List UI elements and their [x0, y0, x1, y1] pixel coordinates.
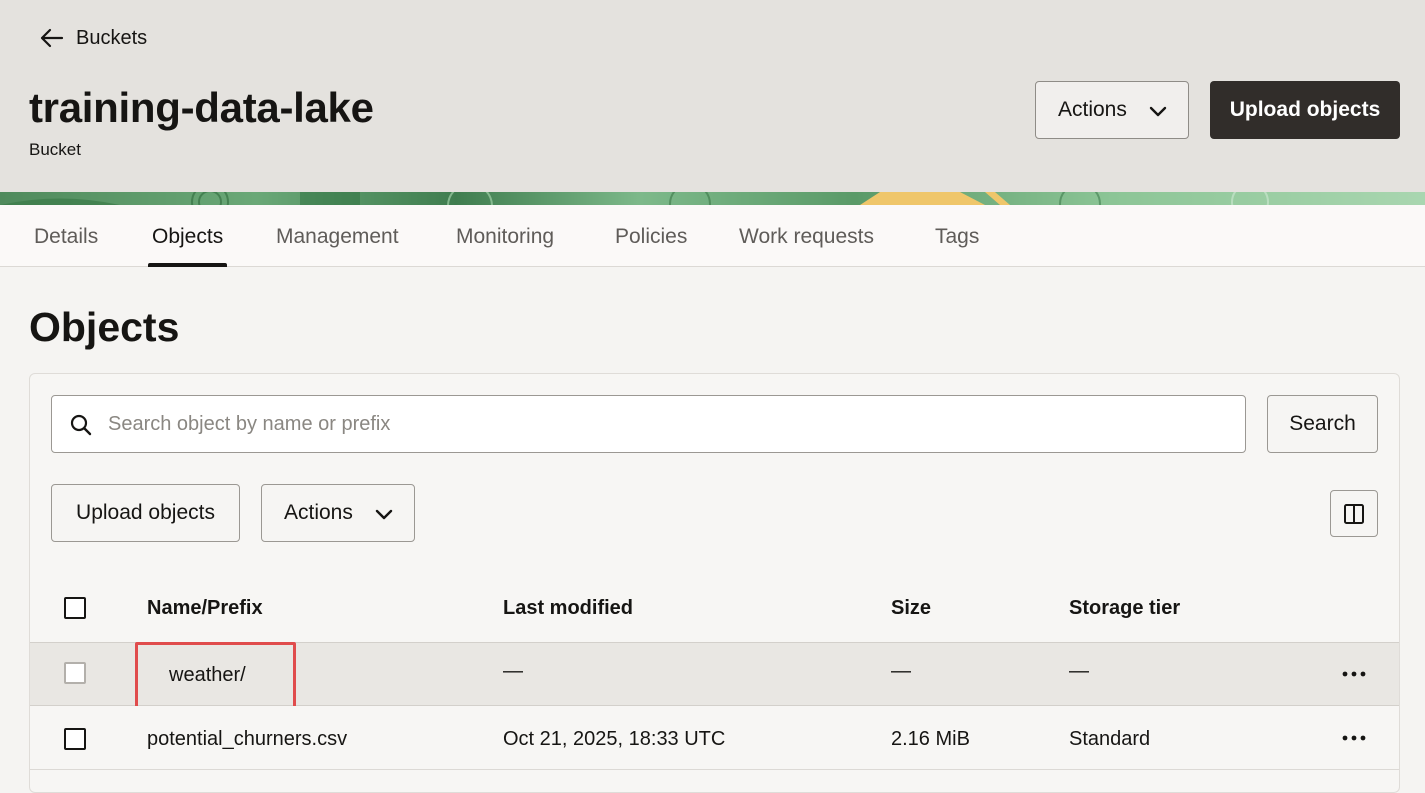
header-upload-objects-button[interactable]: Upload objects [1210, 81, 1400, 139]
row-actions-menu-button[interactable] [1339, 726, 1369, 750]
cell-last-modified: — [503, 660, 523, 682]
tab-objects[interactable]: Objects [147, 205, 228, 267]
cell-last-modified: Oct 21, 2025, 18:33 UTC [503, 728, 726, 750]
cell-size: 2.16 MiB [891, 728, 970, 750]
search-button-label: Search [1289, 412, 1356, 435]
object-search-field[interactable] [51, 395, 1246, 453]
objects-actions-label: Actions [284, 501, 353, 524]
tab-tags[interactable]: Tags [935, 205, 979, 267]
row-select-checkbox[interactable] [64, 662, 86, 684]
back-to-buckets-link[interactable]: Buckets [40, 24, 147, 52]
page-subtitle: Bucket [29, 140, 81, 159]
page-title: training-data-lake [29, 84, 374, 131]
chevron-down-icon [1149, 106, 1167, 117]
arrow-left-icon [40, 28, 64, 48]
column-header-name[interactable]: Name/Prefix [147, 597, 263, 620]
tab-bar: Details Objects Management Monitoring Po… [0, 205, 1425, 267]
cell-storage-tier: Standard [1069, 728, 1151, 750]
header-upload-label: Upload objects [1229, 98, 1381, 121]
tab-details[interactable]: Details [34, 205, 98, 267]
select-all-checkbox[interactable] [64, 597, 86, 619]
column-header-last-modified[interactable]: Last modified [503, 597, 633, 620]
more-horizontal-icon [1342, 735, 1366, 741]
column-header-size[interactable]: Size [891, 597, 931, 620]
upload-objects-button[interactable]: Upload objects [51, 484, 240, 542]
search-icon [70, 414, 92, 436]
folder-name-link[interactable]: weather/ [169, 664, 246, 687]
object-search-input[interactable] [108, 396, 1228, 452]
back-link-label: Buckets [76, 26, 148, 49]
row-actions-menu-button[interactable] [1339, 662, 1369, 686]
tab-work-requests[interactable]: Work requests [739, 205, 874, 267]
tab-monitoring[interactable]: Monitoring [456, 205, 554, 267]
table-row [30, 770, 1399, 777]
objects-actions-button[interactable]: Actions [261, 484, 415, 542]
tab-policies[interactable]: Policies [615, 205, 687, 267]
header-actions-button[interactable]: Actions [1035, 81, 1189, 139]
manage-columns-button[interactable] [1330, 490, 1378, 537]
page-header: Buckets training-data-lake Bucket Action… [0, 0, 1425, 192]
tab-management[interactable]: Management [276, 205, 399, 267]
column-header-storage-tier[interactable]: Storage tier [1069, 597, 1180, 620]
objects-section-title: Objects [29, 304, 180, 350]
chevron-down-icon [375, 509, 393, 520]
columns-icon [1344, 503, 1364, 524]
header-actions-label: Actions [1058, 98, 1127, 121]
upload-objects-label: Upload objects [76, 501, 215, 524]
decorative-banner [0, 192, 1425, 205]
cell-size: — [891, 660, 911, 682]
object-name-link[interactable]: potential_churners.csv [147, 728, 347, 751]
more-horizontal-icon [1342, 671, 1366, 677]
cell-storage-tier: — [1069, 660, 1089, 682]
row-select-checkbox[interactable] [64, 728, 86, 750]
search-button[interactable]: Search [1267, 395, 1378, 453]
